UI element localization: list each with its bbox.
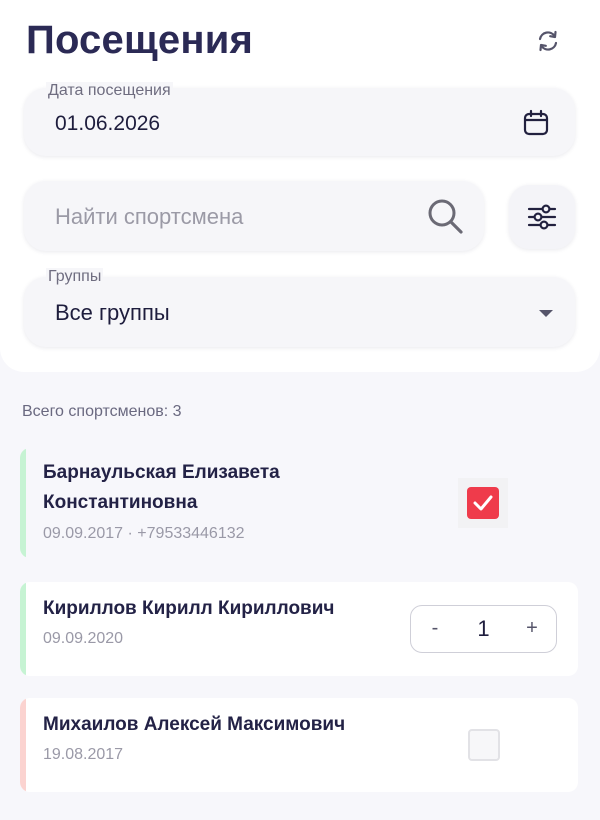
stepper-value: 1 <box>477 615 490 641</box>
athlete-name: Михаилов Алексей Максимович <box>43 714 346 735</box>
attendance-checkbox[interactable] <box>458 478 508 528</box>
check-icon <box>473 495 493 511</box>
athlete-details: 19.08.2017 <box>43 746 124 763</box>
athlete-details: 09.09.2017 · +79533446132 <box>43 525 245 542</box>
athlete-details: 09.09.2020 <box>43 630 124 647</box>
search-input[interactable] <box>55 197 415 237</box>
athlete-card[interactable]: Кириллов Кирилл Кириллович 09.09.2020 - … <box>20 582 578 676</box>
increment-button[interactable]: + <box>512 606 552 651</box>
attendance-checkbox[interactable] <box>468 729 500 761</box>
visit-date-value[interactable]: 01.06.2026 <box>55 112 160 136</box>
decrement-button[interactable]: - <box>415 606 455 651</box>
calendar-icon[interactable] <box>522 109 550 137</box>
filter-button[interactable] <box>509 185 575 249</box>
athlete-count: Всего спортсменов: 3 <box>22 403 182 420</box>
sliders-icon <box>527 204 557 230</box>
athlete-name-line1: Барнаульская Елизавета <box>43 462 280 483</box>
status-stripe <box>20 698 26 792</box>
checkbox-checked-box <box>467 487 499 519</box>
athlete-card[interactable]: Михаилов Алексей Максимович 19.08.2017 <box>20 698 578 792</box>
athlete-name-line2: Константиновна <box>43 492 198 513</box>
refresh-icon <box>538 30 558 52</box>
status-stripe <box>20 582 26 676</box>
athlete-name: Кириллов Кирилл Кириллович <box>43 598 335 619</box>
athlete-card[interactable]: Барнаульская Елизавета Константиновна 09… <box>20 448 578 558</box>
page-title: Посещения <box>26 18 254 62</box>
caret-down-icon[interactable] <box>537 307 555 319</box>
visits-stepper[interactable]: - 1 + <box>410 605 557 653</box>
refresh-button[interactable] <box>530 24 566 58</box>
search-icon[interactable] <box>425 196 465 236</box>
status-stripe <box>20 448 26 558</box>
groups-label: Группы <box>46 268 104 286</box>
visit-date-label: Дата посещения <box>46 82 173 100</box>
groups-selected-value[interactable]: Все группы <box>55 300 170 326</box>
